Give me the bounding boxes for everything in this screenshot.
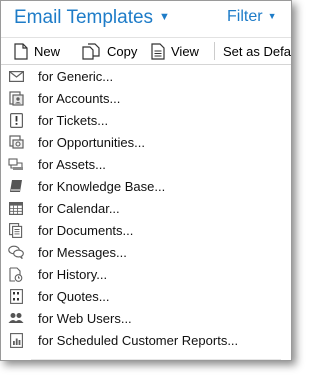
list-item-generic[interactable]: for Generic... (1, 65, 291, 87)
list-item-label: for Accounts... (38, 90, 121, 106)
quote-icon (8, 288, 24, 304)
list-item-label: for Generic... (38, 68, 114, 84)
users-icon (8, 310, 24, 326)
new-document-icon (14, 42, 28, 60)
list-item-label: for History... (38, 266, 108, 282)
view-label: View (171, 43, 199, 59)
toolbar: New Copy View Set as Defa (1, 37, 291, 65)
list-item-label: for Assets... (38, 156, 106, 172)
list-item-label: for Scheduled Customer Reports... (38, 332, 239, 348)
chevron-down-icon: ▼ (159, 11, 170, 23)
list-item-history[interactable]: for History... (1, 263, 291, 285)
history-icon (8, 266, 24, 282)
set-as-default-label: Set as Defa (223, 43, 291, 59)
assets-icon (8, 156, 24, 172)
opportunity-icon (8, 134, 24, 150)
email-templates-dropdown[interactable]: Email Templates ▼ (14, 7, 170, 29)
chevron-down-icon: ▼ (267, 11, 277, 21)
toolbar-divider (214, 42, 215, 60)
copy-icon (82, 42, 100, 60)
copy-label: Copy (107, 43, 138, 59)
calendar-icon (8, 200, 24, 216)
list-item-label: for Opportunities... (38, 134, 145, 150)
report-icon (8, 332, 24, 348)
copy-button[interactable]: Copy (81, 38, 137, 64)
filter-label: Filter (227, 8, 263, 25)
list-item-label: for Web Users... (38, 310, 132, 326)
view-button[interactable]: View (151, 38, 199, 64)
contact-card-icon (8, 90, 24, 106)
speech-bubbles-icon (8, 244, 24, 260)
set-as-default-button[interactable]: Set as Defa (223, 38, 291, 64)
list-item-messages[interactable]: for Messages... (1, 241, 291, 263)
documents-icon (8, 222, 24, 238)
email-templates-panel: Email Templates ▼ Filter ▼ New Copy View… (0, 0, 292, 361)
panel-title: Email Templates (14, 7, 154, 28)
view-document-icon (151, 42, 165, 60)
panel-header: Email Templates ▼ Filter ▼ (1, 1, 291, 35)
filter-dropdown[interactable]: Filter ▼ (227, 8, 276, 26)
list-item-quotes[interactable]: for Quotes... (1, 285, 291, 307)
list-item-label: for Knowledge Base... (38, 178, 166, 194)
list-item-label: for Documents... (38, 222, 134, 238)
list-item-label: for Tickets... (38, 112, 109, 128)
list-item-documents[interactable]: for Documents... (1, 219, 291, 241)
envelope-icon (8, 68, 24, 84)
list-item-label: for Messages... (38, 244, 127, 260)
template-category-list: for Generic... for Accounts... for Ticke… (1, 65, 291, 351)
list-item-knowledge-base[interactable]: for Knowledge Base... (1, 175, 291, 197)
list-item-calendar[interactable]: for Calendar... (1, 197, 291, 219)
list-item-tickets[interactable]: for Tickets... (1, 109, 291, 131)
list-item-web-users[interactable]: for Web Users... (1, 307, 291, 329)
cropped-list-edge (31, 358, 281, 360)
list-item-opportunities[interactable]: for Opportunities... (1, 131, 291, 153)
book-icon (8, 178, 24, 194)
list-item-accounts[interactable]: for Accounts... (1, 87, 291, 109)
list-item-label: for Quotes... (38, 288, 110, 304)
new-button[interactable]: New (14, 38, 60, 64)
list-item-scheduled-customer-reports[interactable]: for Scheduled Customer Reports... (1, 329, 291, 351)
list-item-label: for Calendar... (38, 200, 120, 216)
list-item-assets[interactable]: for Assets... (1, 153, 291, 175)
new-label: New (34, 43, 61, 59)
ticket-icon (8, 112, 24, 128)
